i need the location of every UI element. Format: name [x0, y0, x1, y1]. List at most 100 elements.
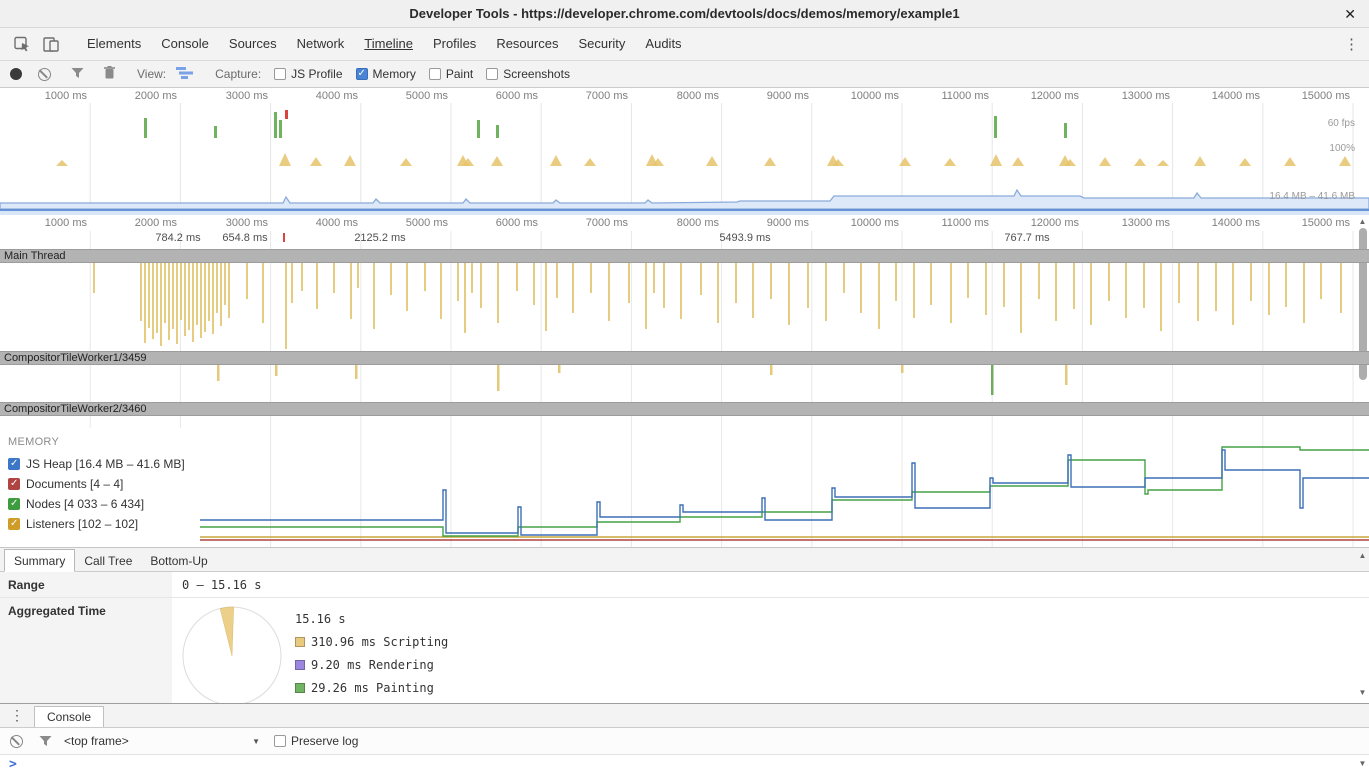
checkbox-icon [8, 478, 20, 490]
ruler-tick: 4000 ms [315, 217, 358, 229]
console-input-area[interactable]: > [0, 755, 1369, 775]
ruler-tick: 10000 ms [850, 217, 899, 229]
ruler-tick: 3000 ms [225, 217, 268, 229]
scroll-down-icon[interactable]: ▼ [1357, 688, 1368, 697]
ruler-tick: 4000 ms [315, 90, 358, 102]
aggregated-legend-item: 29.26 ms Painting [295, 681, 448, 695]
capture-paint[interactable]: Paint [428, 67, 474, 81]
ruler-tick: 10000 ms [850, 90, 899, 102]
ruler-tick: 9000 ms [766, 217, 809, 229]
tab-audits[interactable]: Audits [635, 28, 691, 60]
aggregated-time-label: Aggregated Time [0, 598, 172, 703]
drawer-tab-console[interactable]: Console [34, 706, 105, 727]
ruler-tick: 2000 ms [134, 217, 177, 229]
thread-header: Main Thread [0, 249, 1369, 263]
console-prompt: > [9, 757, 17, 772]
legend-swatch [295, 660, 305, 670]
capture-js-profile[interactable]: JS Profile [274, 67, 343, 81]
capture-screenshots[interactable]: Screenshots [486, 67, 570, 81]
ruler-tick: 12000 ms [1030, 90, 1079, 102]
capture-options: JS Profile Memory Paint Screenshots [261, 67, 570, 81]
detail-tab-bottomup[interactable]: Bottom-Up [141, 550, 216, 571]
close-icon[interactable]: ✕ [1344, 6, 1356, 23]
ruler-tick: 6000 ms [495, 217, 538, 229]
legend-text: 310.96 ms Scripting [311, 635, 449, 649]
ruler-tick: 1000 ms [44, 90, 87, 102]
thread-header: CompositorTileWorker2/3460 [0, 402, 1369, 416]
memory-pane: MEMORY JS Heap [16.4 MB – 41.6 MB] Docume… [0, 428, 1369, 547]
main-menu-kebab-icon[interactable]: ⋮ [1344, 35, 1359, 53]
window-title: Developer Tools - https://developer.chro… [409, 6, 960, 21]
flame-chart-pane[interactable]: 1000 ms 2000 ms 3000 ms 4000 ms 5000 ms 6000 … [0, 215, 1369, 428]
ruler-tick: 7000 ms [585, 217, 628, 229]
range-value: 0 – 15.16 s [182, 578, 262, 592]
trash-icon[interactable] [104, 66, 115, 82]
tab-timeline[interactable]: Timeline [354, 28, 423, 60]
clear-console-icon[interactable] [10, 734, 23, 748]
detail-tab-calltree[interactable]: Call Tree [75, 550, 141, 571]
capture-option-label: Paint [445, 67, 474, 81]
memory-series-toggle[interactable]: Listeners [102 – 102] [0, 514, 200, 534]
capture-memory[interactable]: Memory [355, 67, 416, 81]
view-mode-icon[interactable] [176, 66, 194, 82]
ruler-tick: 7000 ms [585, 90, 628, 102]
scroll-up-icon[interactable]: ▲ [1357, 551, 1368, 560]
aggregated-legend: 15.16 s 310.96 ms Scripting 9.20 ms Rende… [295, 598, 448, 703]
tab-resources[interactable]: Resources [486, 28, 568, 60]
aggregated-time-row: Aggregated Time 15.16 s 310.96 ms Script… [0, 598, 1369, 703]
memory-series-list: JS Heap [16.4 MB – 41.6 MB] Documents [4 … [0, 454, 200, 534]
tab-network[interactable]: Network [287, 28, 355, 60]
ruler-tick: 6000 ms [495, 90, 538, 102]
memory-series-toggle[interactable]: JS Heap [16.4 MB – 41.6 MB] [0, 454, 200, 474]
console-toolbar: <top frame> ▼ Preserve log [0, 728, 1369, 755]
memory-series-label: JS Heap [16.4 MB – 41.6 MB] [26, 457, 185, 471]
memory-chart-area[interactable] [200, 428, 1369, 547]
checkbox-icon [8, 458, 20, 470]
tab-console[interactable]: Console [151, 28, 219, 60]
scroll-down-icon[interactable]: ▼ [1357, 759, 1368, 768]
inspect-element-icon[interactable] [14, 36, 31, 52]
chevron-down-icon: ▼ [252, 736, 260, 746]
detail-tabbar: Summary Call Tree Bottom-Up [0, 547, 1369, 572]
preserve-log-checkbox[interactable]: Preserve log [274, 734, 358, 748]
checkbox-icon [274, 68, 287, 80]
tab-sources[interactable]: Sources [219, 28, 287, 60]
ruler-tick: 13000 ms [1121, 90, 1170, 102]
ruler-tick: 1000 ms [44, 217, 87, 229]
clear-recording-icon[interactable] [38, 67, 51, 81]
console-filter-icon[interactable] [39, 735, 52, 747]
legend-swatch [295, 637, 305, 647]
memory-series-toggle[interactable]: Nodes [4 033 – 6 434] [0, 494, 200, 514]
timing-label: 784.2 ms [155, 232, 201, 244]
record-button[interactable] [10, 68, 22, 80]
ruler-tick: 5000 ms [405, 90, 448, 102]
checkbox-icon [486, 68, 499, 80]
device-toolbar-icon[interactable] [43, 36, 59, 52]
checkbox-icon [355, 68, 368, 80]
memory-series-label: Nodes [4 033 – 6 434] [26, 497, 145, 511]
detail-tab-summary[interactable]: Summary [4, 549, 76, 572]
thread-header: CompositorTileWorker1/3459 [0, 351, 1369, 365]
view-label: View: [137, 67, 167, 81]
legend-swatch [295, 683, 305, 693]
timing-label: 2125.2 ms [354, 232, 406, 244]
ruler-tick: 15000 ms [1301, 90, 1350, 102]
tab-elements[interactable]: Elements [77, 28, 151, 60]
timeline-overview-pane[interactable]: 1000 ms 2000 ms 3000 ms 4000 ms 5000 ms 6000 … [0, 88, 1369, 209]
aggregated-legend-item: 9.20 ms Rendering [295, 658, 448, 672]
capture-label: Capture: [215, 67, 262, 81]
memory-series-toggle[interactable]: Documents [4 – 4] [0, 474, 200, 494]
drawer-tabbar: ⋮ Console [0, 704, 1369, 728]
checkbox-icon [8, 498, 20, 510]
ruler-tick: 15000 ms [1301, 217, 1350, 229]
preserve-log-label: Preserve log [291, 734, 359, 748]
memory-axis-label: 16.4 MB – 41.6 MB [1269, 191, 1355, 202]
memory-header: MEMORY [8, 436, 60, 448]
scroll-up-icon[interactable]: ▲ [1357, 217, 1368, 226]
drawer-menu-kebab-icon[interactable]: ⋮ [0, 707, 34, 727]
tab-profiles[interactable]: Profiles [423, 28, 486, 60]
filter-icon[interactable] [71, 67, 84, 82]
frame-context-select[interactable]: <top frame> ▼ [64, 734, 260, 748]
panel-tabs: Elements Console Sources Network Timeline Pro… [77, 28, 692, 60]
tab-security[interactable]: Security [568, 28, 635, 60]
